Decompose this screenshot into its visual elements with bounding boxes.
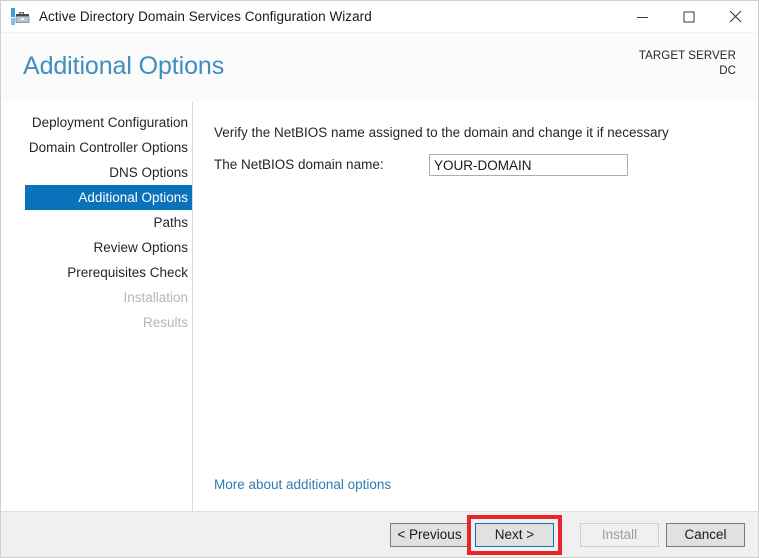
target-server-block: TARGET SERVER DC: [639, 49, 736, 79]
sidebar-item-domain-controller-options[interactable]: Domain Controller Options: [1, 135, 192, 160]
more-about-additional-options-link[interactable]: More about additional options: [214, 477, 391, 492]
wizard-footer: < Previous Next > Install Cancel: [1, 511, 758, 557]
netbios-domain-name-input[interactable]: [429, 154, 628, 176]
page-title: Additional Options: [23, 52, 225, 80]
sidebar-item-additional-options[interactable]: Additional Options: [25, 185, 192, 210]
sidebar-item-paths[interactable]: Paths: [1, 210, 192, 235]
sidebar-item-deployment-configuration[interactable]: Deployment Configuration: [1, 110, 192, 135]
sidebar-item-review-options[interactable]: Review Options: [1, 235, 192, 260]
content-pane: Verify the NetBIOS name assigned to the …: [193, 102, 758, 511]
netbios-row: The NetBIOS domain name:: [214, 154, 634, 178]
sidebar-item-installation: Installation: [123, 290, 188, 305]
server-wizard-icon: [11, 7, 30, 25]
body-area: Deployment Configuration Domain Controll…: [1, 102, 758, 511]
sidebar-item-results: Results: [142, 315, 188, 330]
maximize-icon[interactable]: [666, 1, 712, 32]
minimize-icon[interactable]: [620, 1, 666, 32]
close-icon[interactable]: [712, 1, 758, 32]
window-title: Active Directory Domain Services Configu…: [39, 9, 372, 24]
cancel-button[interactable]: Cancel: [666, 523, 745, 547]
page-header: Additional Options TARGET SERVER DC: [1, 32, 758, 102]
netbios-domain-name-label: The NetBIOS domain name:: [214, 157, 384, 172]
next-button[interactable]: Next >: [475, 523, 554, 547]
target-server-value: DC: [719, 65, 736, 77]
previous-button[interactable]: < Previous: [390, 523, 469, 547]
install-button: Install: [580, 523, 659, 547]
wizard-step-nav: Deployment Configuration Domain Controll…: [1, 102, 193, 511]
instruction-text: Verify the NetBIOS name assigned to the …: [214, 125, 669, 140]
sidebar-item-dns-options[interactable]: DNS Options: [1, 160, 192, 185]
window-controls: [620, 1, 758, 32]
target-server-label: TARGET SERVER: [638, 50, 736, 62]
sidebar-item-prerequisites-check[interactable]: Prerequisites Check: [1, 260, 192, 285]
wizard-window: Active Directory Domain Services Configu…: [0, 0, 759, 558]
title-bar: Active Directory Domain Services Configu…: [1, 1, 758, 32]
